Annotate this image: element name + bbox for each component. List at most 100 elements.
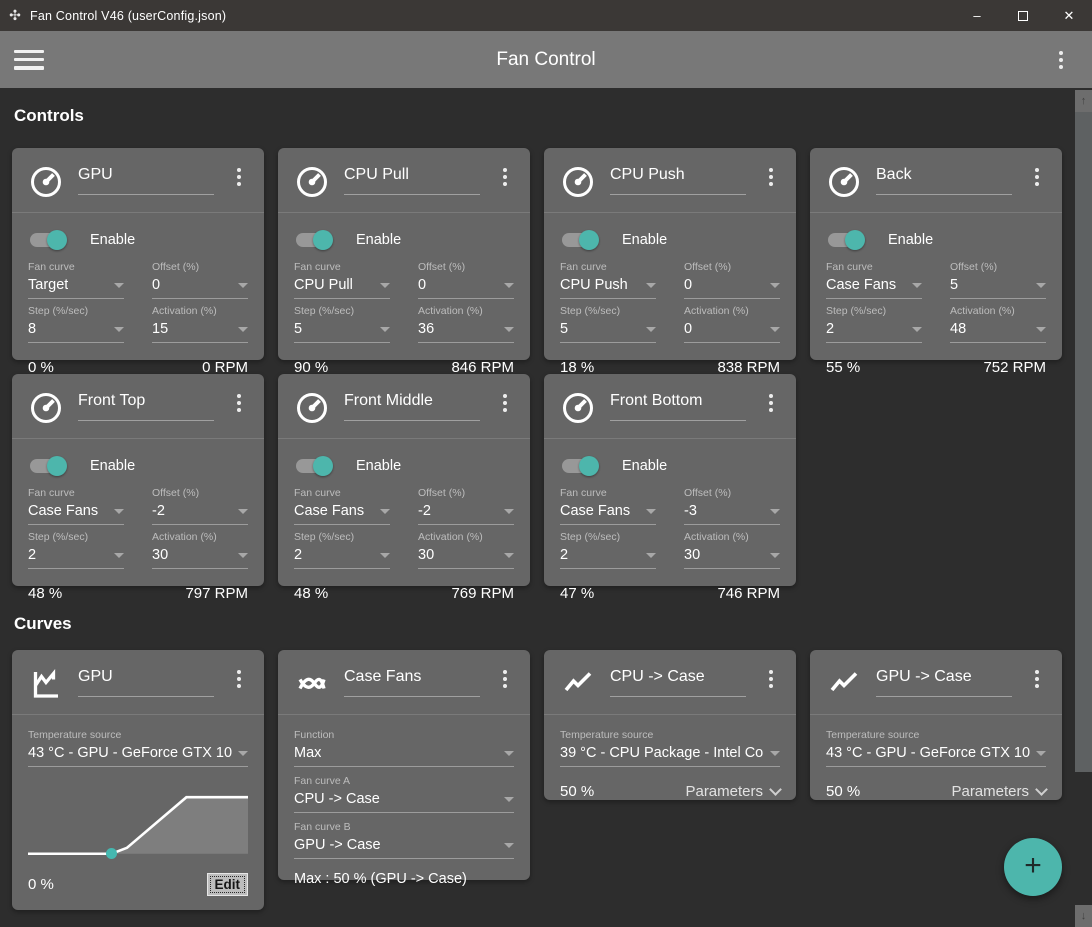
offset-select[interactable]: 5 xyxy=(950,276,1046,299)
activation-select[interactable]: 15 xyxy=(152,320,248,343)
enable-label: Enable xyxy=(888,232,934,248)
card-kebab-menu-icon[interactable] xyxy=(230,668,248,690)
step-select[interactable]: 2 xyxy=(28,546,124,569)
header-kebab-menu-icon[interactable] xyxy=(1052,49,1070,71)
enable-toggle[interactable] xyxy=(296,230,333,250)
offset-select[interactable]: -2 xyxy=(418,502,514,525)
parameters-expander[interactable]: Parameters xyxy=(685,783,782,800)
control-name-input[interactable]: Back xyxy=(876,166,912,183)
step-select[interactable]: 5 xyxy=(560,320,656,343)
offset-label: Offset (%) xyxy=(418,261,466,273)
enable-toggle[interactable] xyxy=(30,456,67,476)
enable-toggle[interactable] xyxy=(828,230,865,250)
activation-label: Activation (%) xyxy=(418,305,483,317)
card-kebab-menu-icon[interactable] xyxy=(230,392,248,414)
fan-curve-select[interactable]: Target xyxy=(28,276,124,299)
control-card-front-middle: Front Middle Enable Fan curve Case Fans … xyxy=(278,374,530,602)
step-select[interactable]: 2 xyxy=(826,320,922,343)
gauge-icon xyxy=(294,390,330,426)
temperature-source-select[interactable]: 39 °C - CPU Package - Intel Core i5-9 xyxy=(560,744,780,767)
fan-percent: 55 % xyxy=(826,359,861,376)
offset-select[interactable]: -3 xyxy=(684,502,780,525)
curve-name-input[interactable]: GPU xyxy=(78,668,113,685)
card-kebab-menu-icon[interactable] xyxy=(762,668,780,690)
control-name-input[interactable]: CPU Push xyxy=(610,166,685,183)
step-select[interactable]: 5 xyxy=(294,320,390,343)
parameters-expander[interactable]: Parameters xyxy=(951,783,1048,800)
enable-toggle[interactable] xyxy=(296,456,333,476)
control-name-input[interactable]: CPU Pull xyxy=(344,166,409,183)
card-kebab-menu-icon[interactable] xyxy=(496,668,514,690)
card-kebab-menu-icon[interactable] xyxy=(496,392,514,414)
fan-curve-select[interactable]: CPU Push xyxy=(560,276,656,299)
maximize-icon xyxy=(1018,10,1028,21)
curve-name-input[interactable]: GPU -> Case xyxy=(876,668,972,685)
divider xyxy=(278,438,530,439)
curves-section-title: Curves xyxy=(14,614,72,633)
chart-curve-icon xyxy=(28,666,64,702)
fan-curve-a-select[interactable]: CPU -> Case xyxy=(294,790,514,813)
activation-select[interactable]: 30 xyxy=(684,546,780,569)
card-kebab-menu-icon[interactable] xyxy=(496,166,514,188)
controls-row-1: GPU Enable Fan curve Target Offset (%) 0… xyxy=(12,148,1075,376)
offset-select[interactable]: 0 xyxy=(418,276,514,299)
control-name-input[interactable]: Front Top xyxy=(78,392,145,409)
activation-select[interactable]: 30 xyxy=(418,546,514,569)
card-kebab-menu-icon[interactable] xyxy=(762,166,780,188)
fan-curve-label: Fan curve xyxy=(294,487,341,499)
card-kebab-menu-icon[interactable] xyxy=(762,392,780,414)
function-select[interactable]: Max xyxy=(294,744,514,767)
activation-select[interactable]: 48 xyxy=(950,320,1046,343)
fan-curve-select[interactable]: Case Fans xyxy=(826,276,922,299)
enable-toggle[interactable] xyxy=(30,230,67,250)
dropdown-caret-icon xyxy=(380,508,390,514)
step-select[interactable]: 2 xyxy=(560,546,656,569)
maximize-button[interactable] xyxy=(1000,0,1046,31)
fan-curve-label: Fan curve xyxy=(560,487,607,499)
activation-select[interactable]: 0 xyxy=(684,320,780,343)
card-kebab-menu-icon[interactable] xyxy=(1028,166,1046,188)
curve-name-input[interactable]: CPU -> Case xyxy=(610,668,705,685)
activation-select[interactable]: 36 xyxy=(418,320,514,343)
add-button[interactable]: + xyxy=(1004,838,1062,896)
step-select[interactable]: 8 xyxy=(28,320,124,343)
step-label: Step (%/sec) xyxy=(28,531,89,543)
fan-curve-select[interactable]: Case Fans xyxy=(28,502,124,525)
scroll-down-button[interactable]: ↓ xyxy=(1075,905,1092,927)
vertical-scrollbar[interactable]: ↑ ↓ xyxy=(1075,88,1092,927)
offset-label: Offset (%) xyxy=(418,487,466,499)
offset-select[interactable]: 0 xyxy=(152,276,248,299)
curve-name-input[interactable]: Case Fans xyxy=(344,668,421,685)
fan-curve-b-select[interactable]: GPU -> Case xyxy=(294,836,514,859)
offset-select[interactable]: -2 xyxy=(152,502,248,525)
step-select[interactable]: 2 xyxy=(294,546,390,569)
dropdown-caret-icon xyxy=(504,750,514,756)
card-kebab-menu-icon[interactable] xyxy=(230,166,248,188)
temperature-source-select[interactable]: 43 °C - GPU - GeForce GTX 1060 6GB xyxy=(28,744,248,767)
fan-curve-chart[interactable] xyxy=(28,789,248,860)
control-name-input[interactable]: Front Middle xyxy=(344,392,433,409)
temperature-source-select[interactable]: 43 °C - GPU - GeForce GTX 1060 6GB xyxy=(826,744,1046,767)
fan-curve-select[interactable]: CPU Pull xyxy=(294,276,390,299)
fan-curve-select[interactable]: Case Fans xyxy=(294,502,390,525)
dropdown-caret-icon xyxy=(380,326,390,332)
enable-toggle[interactable] xyxy=(562,230,599,250)
scrollbar-thumb[interactable] xyxy=(1075,112,1092,772)
activation-select[interactable]: 30 xyxy=(152,546,248,569)
fan-curve-select[interactable]: Case Fans xyxy=(560,502,656,525)
edit-button[interactable]: Edit xyxy=(206,873,248,896)
divider xyxy=(12,438,264,439)
enable-toggle[interactable] xyxy=(562,456,599,476)
control-name-input[interactable]: GPU xyxy=(78,166,113,183)
divider xyxy=(544,438,796,439)
minimize-button[interactable]: – xyxy=(954,0,1000,31)
close-button[interactable]: ✕ xyxy=(1046,0,1092,31)
card-kebab-menu-icon[interactable] xyxy=(1028,668,1046,690)
controls-section-title: Controls xyxy=(14,106,84,125)
control-name-input[interactable]: Front Bottom xyxy=(610,392,702,409)
offset-select[interactable]: 0 xyxy=(684,276,780,299)
fan-curve-b-label: Fan curve B xyxy=(294,821,351,833)
step-label: Step (%/sec) xyxy=(28,305,89,317)
scroll-up-button[interactable]: ↑ xyxy=(1075,90,1092,112)
activation-label: Activation (%) xyxy=(684,531,749,543)
